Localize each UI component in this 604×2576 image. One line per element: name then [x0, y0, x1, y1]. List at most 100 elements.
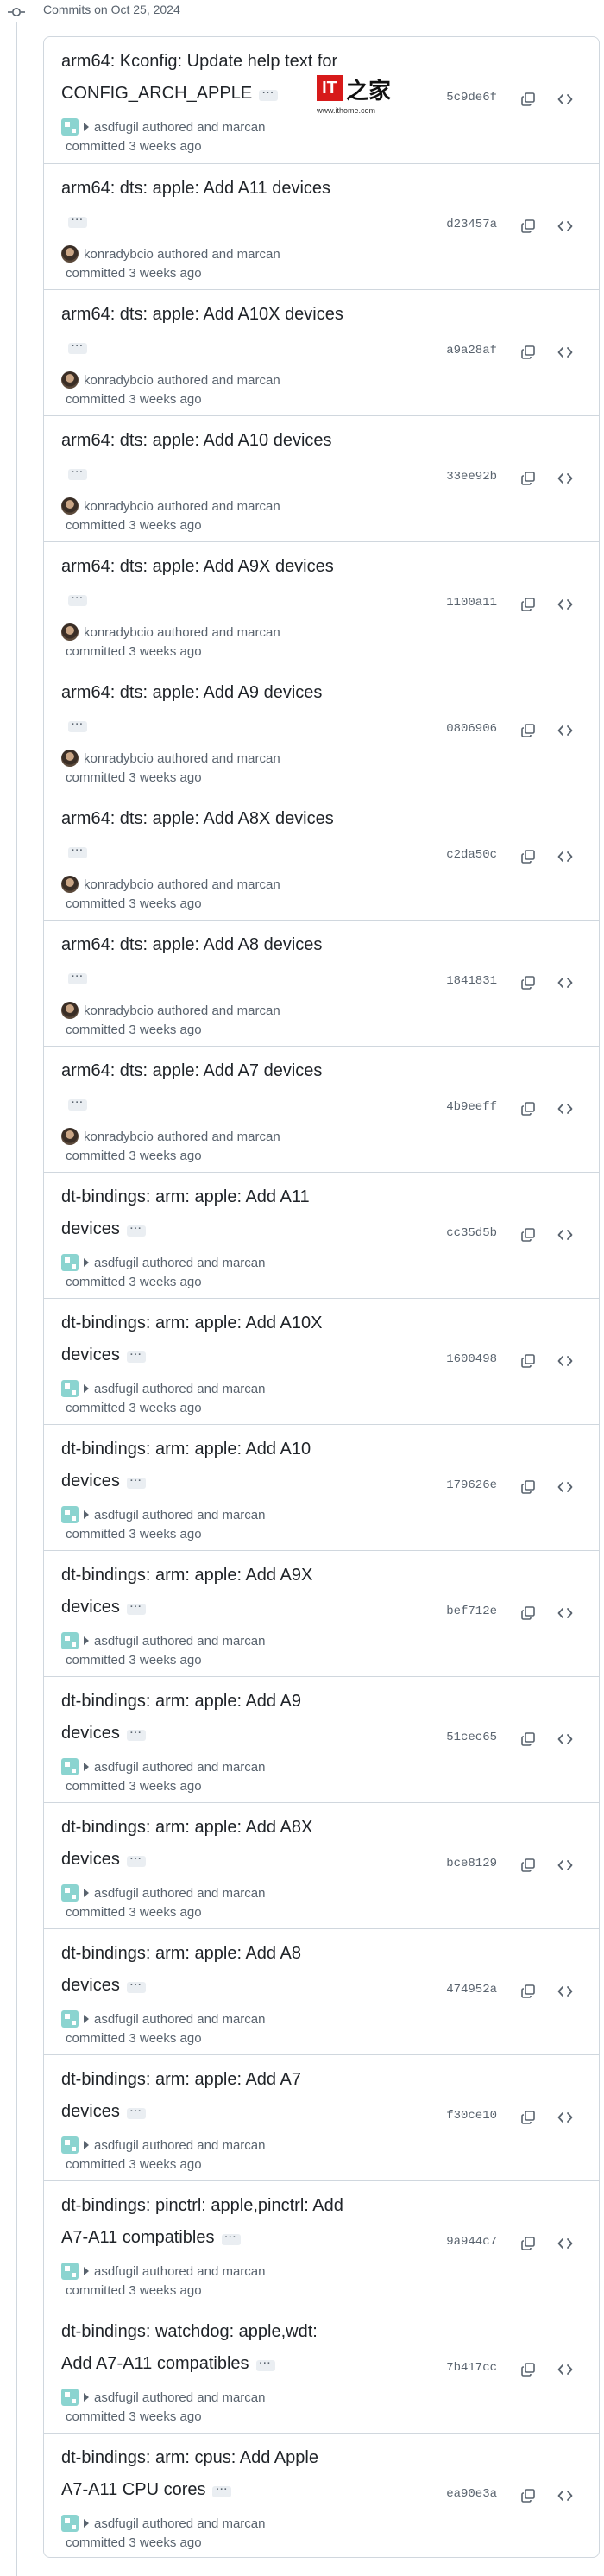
author-name[interactable]: asdfugil	[94, 120, 139, 135]
commit-sha-link[interactable]: 1841831	[432, 974, 497, 988]
author-avatar[interactable]	[61, 1632, 79, 1649]
copy-sha-button[interactable]	[516, 592, 540, 617]
author-name[interactable]: konradybcio	[84, 373, 154, 388]
copy-sha-button[interactable]	[516, 718, 540, 743]
commit-sha-link[interactable]: 0806906	[432, 722, 497, 736]
author-name[interactable]: asdfugil	[94, 2012, 139, 2027]
author-name[interactable]: asdfugil	[94, 2516, 139, 2531]
author-avatar[interactable]	[61, 876, 79, 893]
author-avatar[interactable]	[61, 1380, 79, 1397]
commit-title-link[interactable]: dt-bindings: arm: apple: Add A8X devices	[61, 1818, 312, 1869]
commit-title-link[interactable]: arm64: dts: apple: Add A7 devices	[61, 1061, 322, 1080]
expand-description-button[interactable]: ···	[68, 972, 87, 984]
browse-repo-button[interactable]	[553, 1223, 577, 1247]
copy-sha-button[interactable]	[516, 1853, 540, 1877]
copy-sha-button[interactable]	[516, 1097, 540, 1121]
author-name[interactable]: asdfugil	[94, 1886, 139, 1901]
expand-description-button[interactable]: ···	[126, 1351, 146, 1363]
commit-sha-link[interactable]: f30ce10	[432, 2109, 497, 2123]
author-avatar[interactable]	[61, 371, 79, 389]
author-avatar[interactable]	[61, 497, 79, 515]
commit-title-link[interactable]: arm64: Kconfig: Update help text for CON…	[61, 52, 337, 103]
browse-repo-button[interactable]	[553, 1601, 577, 1625]
author-avatar[interactable]	[61, 2136, 79, 2154]
browse-repo-button[interactable]	[553, 1727, 577, 1751]
browse-repo-button[interactable]	[553, 2105, 577, 2130]
commit-sha-link[interactable]: 51cec65	[432, 1731, 497, 1744]
author-name[interactable]: konradybcio	[84, 247, 154, 262]
commit-title-link[interactable]: arm64: dts: apple: Add A11 devices	[61, 179, 330, 198]
browse-repo-button[interactable]	[553, 87, 577, 111]
expand-description-button[interactable]: ···	[126, 1603, 146, 1615]
browse-repo-button[interactable]	[553, 1097, 577, 1121]
commit-sha-link[interactable]: cc35d5b	[432, 1226, 497, 1240]
author-name[interactable]: asdfugil	[94, 1508, 139, 1522]
expand-description-button[interactable]: ···	[126, 1855, 146, 1867]
expand-description-button[interactable]: ···	[68, 342, 87, 354]
commit-sha-link[interactable]: 1600498	[432, 1352, 497, 1366]
copy-sha-button[interactable]	[516, 2358, 540, 2382]
author-avatar[interactable]	[61, 623, 79, 641]
copy-sha-button[interactable]	[516, 214, 540, 238]
author-avatar[interactable]	[61, 1254, 79, 1271]
author-avatar[interactable]	[61, 2263, 79, 2280]
commit-sha-link[interactable]: a9a28af	[432, 344, 497, 358]
browse-repo-button[interactable]	[553, 971, 577, 995]
expand-description-button[interactable]: ···	[68, 1098, 87, 1111]
expand-description-button[interactable]: ···	[126, 1225, 146, 1237]
author-name[interactable]: konradybcio	[84, 499, 154, 514]
commit-title-link[interactable]: dt-bindings: arm: cpus: Add Apple A7-A11…	[61, 2448, 318, 2499]
author-avatar[interactable]	[61, 2389, 79, 2406]
author-avatar[interactable]	[61, 245, 79, 263]
commit-sha-link[interactable]: 5c9de6f	[432, 91, 497, 104]
copy-sha-button[interactable]	[516, 971, 540, 995]
copy-sha-button[interactable]	[516, 2105, 540, 2130]
commit-title-link[interactable]: dt-bindings: arm: apple: Add A8 devices	[61, 1944, 301, 1995]
commit-sha-link[interactable]: 9a944c7	[432, 2235, 497, 2249]
copy-sha-button[interactable]	[516, 845, 540, 869]
commit-title-link[interactable]: dt-bindings: watchdog: apple,wdt: Add A7…	[61, 2322, 318, 2373]
copy-sha-button[interactable]	[516, 1601, 540, 1625]
expand-description-button[interactable]: ···	[68, 468, 87, 480]
commit-sha-link[interactable]: 4b9eeff	[432, 1100, 497, 1114]
copy-sha-button[interactable]	[516, 466, 540, 491]
copy-sha-button[interactable]	[516, 87, 540, 111]
author-name[interactable]: asdfugil	[94, 2264, 139, 2279]
expand-description-button[interactable]: ···	[126, 1981, 146, 1993]
commit-title-link[interactable]: arm64: dts: apple: Add A10 devices	[61, 431, 332, 450]
commit-sha-link[interactable]: ea90e3a	[432, 2487, 497, 2501]
expand-description-button[interactable]: ···	[212, 2485, 232, 2497]
author-name[interactable]: asdfugil	[94, 1256, 139, 1270]
author-avatar[interactable]	[61, 1884, 79, 1902]
commit-sha-link[interactable]: 7b417cc	[432, 2361, 497, 2375]
commit-sha-link[interactable]: 474952a	[432, 1983, 497, 1997]
copy-sha-button[interactable]	[516, 1223, 540, 1247]
author-avatar[interactable]	[61, 1128, 79, 1145]
commit-sha-link[interactable]: c2da50c	[432, 848, 497, 862]
commit-sha-link[interactable]: 33ee92b	[432, 470, 497, 484]
commit-sha-link[interactable]: d23457a	[432, 218, 497, 231]
author-avatar[interactable]	[61, 1506, 79, 1523]
commit-sha-link[interactable]: 1100a11	[432, 596, 497, 610]
author-name[interactable]: konradybcio	[84, 751, 154, 766]
commit-title-link[interactable]: dt-bindings: arm: apple: Add A10X device…	[61, 1313, 322, 1364]
expand-description-button[interactable]: ···	[126, 2107, 146, 2119]
commit-title-link[interactable]: dt-bindings: pinctrl: apple,pinctrl: Add…	[61, 2196, 343, 2247]
author-name[interactable]: konradybcio	[84, 1003, 154, 1018]
browse-repo-button[interactable]	[553, 466, 577, 491]
commit-title-link[interactable]: arm64: dts: apple: Add A9X devices	[61, 557, 334, 576]
browse-repo-button[interactable]	[553, 1349, 577, 1373]
copy-sha-button[interactable]	[516, 1475, 540, 1499]
author-name[interactable]: asdfugil	[94, 1634, 139, 1649]
commit-title-link[interactable]: arm64: dts: apple: Add A8X devices	[61, 809, 334, 828]
browse-repo-button[interactable]	[553, 2484, 577, 2508]
commit-title-link[interactable]: dt-bindings: arm: apple: Add A9 devices	[61, 1692, 301, 1743]
browse-repo-button[interactable]	[553, 1979, 577, 2003]
author-avatar[interactable]	[61, 2515, 79, 2532]
browse-repo-button[interactable]	[553, 1475, 577, 1499]
copy-sha-button[interactable]	[516, 1727, 540, 1751]
author-avatar[interactable]	[61, 118, 79, 136]
browse-repo-button[interactable]	[553, 214, 577, 238]
copy-sha-button[interactable]	[516, 1979, 540, 2003]
browse-repo-button[interactable]	[553, 718, 577, 743]
